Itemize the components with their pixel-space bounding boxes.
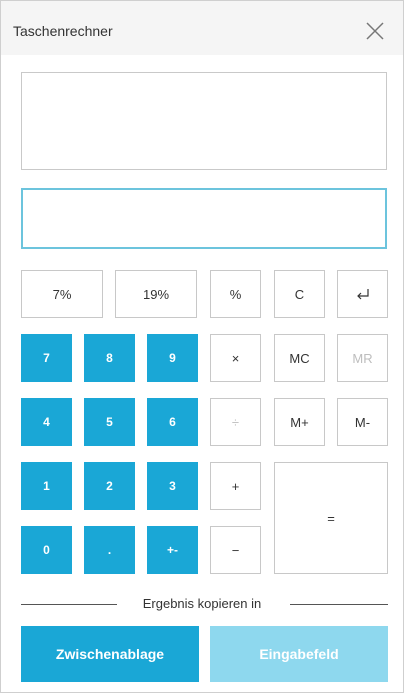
memory-recall-button[interactable]: MR	[337, 334, 388, 382]
digit-2-button[interactable]: 2	[84, 462, 135, 510]
digit-3-button[interactable]: 3	[147, 462, 198, 510]
percent-button[interactable]: %	[210, 270, 261, 318]
multiply-button[interactable]: ×	[210, 334, 261, 382]
memory-subtract-button[interactable]: M-	[337, 398, 388, 446]
copy-to-inputfield-button[interactable]: Eingabefeld	[210, 626, 388, 682]
minus-button[interactable]: −	[210, 526, 261, 574]
percent-7-button[interactable]: 7%	[21, 270, 103, 318]
digit-4-button[interactable]: 4	[21, 398, 72, 446]
digit-6-button[interactable]: 6	[147, 398, 198, 446]
clear-button[interactable]: C	[274, 270, 325, 318]
divide-button[interactable]: ÷	[210, 398, 261, 446]
equals-button[interactable]: =	[274, 462, 388, 574]
divider-right	[290, 604, 388, 605]
plus-button[interactable]: +	[210, 462, 261, 510]
title-bar: Taschenrechner	[1, 1, 403, 55]
input-display[interactable]	[21, 188, 387, 249]
decimal-button[interactable]: .	[84, 526, 135, 574]
enter-return-icon	[356, 289, 369, 300]
percent-19-button[interactable]: 19%	[115, 270, 197, 318]
digit-7-button[interactable]: 7	[21, 334, 72, 382]
sign-toggle-button[interactable]: +-	[147, 526, 198, 574]
digit-1-button[interactable]: 1	[21, 462, 72, 510]
copy-result-label: Ergebnis kopieren in	[136, 596, 268, 611]
expression-display	[21, 72, 387, 170]
digit-0-button[interactable]: 0	[21, 526, 72, 574]
window-title: Taschenrechner	[13, 23, 113, 39]
close-icon[interactable]	[363, 19, 387, 43]
enter-button[interactable]	[337, 270, 388, 318]
memory-add-button[interactable]: M+	[274, 398, 325, 446]
digit-5-button[interactable]: 5	[84, 398, 135, 446]
memory-clear-button[interactable]: MC	[274, 334, 325, 382]
digit-9-button[interactable]: 9	[147, 334, 198, 382]
digit-8-button[interactable]: 8	[84, 334, 135, 382]
copy-to-clipboard-button[interactable]: Zwischenablage	[21, 626, 199, 682]
